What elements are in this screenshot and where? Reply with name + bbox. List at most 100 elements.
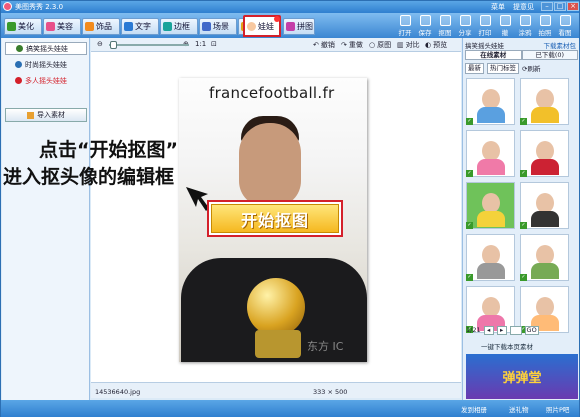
original-button[interactable]: ○ 原图 [369,40,391,50]
thumb-face [482,193,500,213]
status-bar: 14536640.jpg 333 × 500 [91,382,461,398]
doll-icon [16,45,23,52]
tab-text[interactable]: 文字 [121,18,159,35]
preview-icon: ◐ [425,41,432,49]
gift-link[interactable]: 送礼物 [509,404,529,414]
thumb-face [536,141,554,161]
menu-link[interactable]: 菜单 [491,2,505,12]
share-album-link[interactable]: 发到相册 [461,404,487,414]
filter-latest-select[interactable]: 最新 [465,63,484,74]
refresh-button[interactable]: ⟳刷新 [522,63,540,74]
material-filters: 最新 热门标签 ⟳刷新 [465,63,578,74]
category-group-doll[interactable]: 多人摇头娃娃 [5,74,87,87]
ad-banner[interactable]: 弹弹堂 [466,354,578,399]
filter-hot-tags-select[interactable]: 热门标签 [487,63,519,74]
share-icon [459,15,471,26]
photo-bar-link[interactable]: 照片P吧 [546,404,569,414]
next-page-button[interactable]: ▸ [496,325,507,335]
page-number-input[interactable] [509,325,522,335]
instruction-line-2: 进入抠头像的编辑框 [3,166,175,188]
material-pager: 1/21 ◂ ▸ GO [466,325,578,335]
tab-scene[interactable]: 场景 [199,18,237,35]
right-material-panel: 搞笑摇头娃娃 下载素材包 在线素材 已下载(0) 最新 热门标签 ⟳刷新 ✓ ✓… [462,38,579,400]
preview-button[interactable]: ◐ 预览 [425,40,447,50]
downloaded-check-icon: ✓ [520,118,527,125]
start-cutout-button[interactable]: 开始抠图 [207,200,343,237]
category-funny-doll[interactable]: 搞笑摇头娃娃 [5,42,87,55]
zoom-actual-size[interactable]: 1:1 [195,40,206,48]
downloaded-check-icon: ✓ [466,118,473,125]
open-button[interactable]: 打开 [395,15,415,37]
material-thumbnail[interactable]: ✓ [466,182,515,229]
zoom-slider-knob[interactable] [110,41,117,49]
thumb-body [531,107,559,123]
cutout-button[interactable]: 抠图 [435,15,455,37]
material-thumbnail[interactable]: ✓ [520,234,569,281]
thumb-face [482,297,500,317]
zoom-out-icon[interactable]: ⊖ [97,40,103,48]
scissors-icon [439,15,451,26]
bottom-bar: 发到相册 送礼物 照片P吧 [1,400,579,417]
import-icon [27,111,34,119]
save-button[interactable]: 保存 [415,15,435,37]
downloaded-check-icon: ✓ [520,222,527,229]
camera-button[interactable]: 拍照 [535,15,555,37]
go-button[interactable]: GO [524,325,539,335]
tab-doll[interactable]: 娃娃 [243,15,281,37]
tab-downloaded-material[interactable]: 已下载(0) [521,50,578,60]
thumb-face [482,245,500,265]
thumb-face [536,89,554,109]
share-button[interactable]: 分享 [455,15,475,37]
tab-beautify[interactable]: 美化 [4,18,42,35]
download-page-link[interactable]: 一键下载本页素材 [481,341,533,351]
file-name: 14536640.jpg [95,388,141,396]
scene-icon [202,22,211,31]
undo-tool-button[interactable]: 撤 [495,15,515,37]
eye-icon [559,15,571,26]
thumb-body [477,211,505,227]
thumb-body [477,159,505,175]
compare-button[interactable]: ▥ 对比 [397,40,420,50]
tab-collage[interactable]: 拼图 [283,18,315,35]
feedback-link[interactable]: 提意见 [513,2,534,12]
thumb-face [482,89,500,109]
prev-page-button[interactable]: ◂ [483,325,494,335]
tab-decorations[interactable]: 饰品 [82,18,120,35]
brush-icon [519,15,531,26]
main-toolbar: 美化 美容 饰品 文字 边框 场景 闪图 娃娃 拼图 打开 保存 抠图 分享 打… [1,13,579,38]
material-panel-header: 搞笑摇头娃娃 下载素材包 [465,40,578,50]
viewer-button[interactable]: 看图 [555,15,575,37]
material-thumbnail[interactable]: ✓ [520,78,569,125]
thumb-face [536,297,554,317]
tab-cosmetic[interactable]: 美容 [43,18,81,35]
category-fashion-doll[interactable]: 时尚摇头娃娃 [5,58,87,71]
thumb-face [482,141,500,161]
doll-icon [15,61,22,68]
thumb-body [531,159,559,175]
material-thumbnail[interactable]: ✓ [466,130,515,177]
material-thumbnail[interactable]: ✓ [466,78,515,125]
print-icon [479,15,491,26]
tab-frame[interactable]: 边框 [160,18,198,35]
minimize-button[interactable]: – [541,2,553,11]
close-button[interactable]: × [567,2,579,11]
fit-window-icon[interactable]: ⊡ [211,40,217,48]
material-thumbnail[interactable]: ✓ [520,182,569,229]
thumb-body [531,211,559,227]
material-thumbnail[interactable]: ✓ [466,234,515,281]
original-icon: ○ [369,41,376,49]
downloaded-check-icon: ✓ [466,274,473,281]
download-pack-link[interactable]: 下载素材包 [544,40,577,50]
doodle-button[interactable]: 涂鸦 [515,15,535,37]
import-material-button[interactable]: 导入素材 [5,108,87,122]
material-thumbnail[interactable]: ✓ [520,130,569,177]
redo-button[interactable]: ↷ 重做 [341,40,363,50]
tab-online-material[interactable]: 在线素材 [465,50,522,60]
downloaded-check-icon: ✓ [520,170,527,177]
print-button[interactable]: 打印 [475,15,495,37]
undo-button[interactable]: ↶ 撤销 [313,40,335,50]
zoom-slider[interactable] [109,41,189,49]
image-dimensions: 333 × 500 [313,388,348,396]
maximize-button[interactable]: □ [554,2,566,11]
instruction-line-1: 点击“开始抠图” [39,139,178,161]
